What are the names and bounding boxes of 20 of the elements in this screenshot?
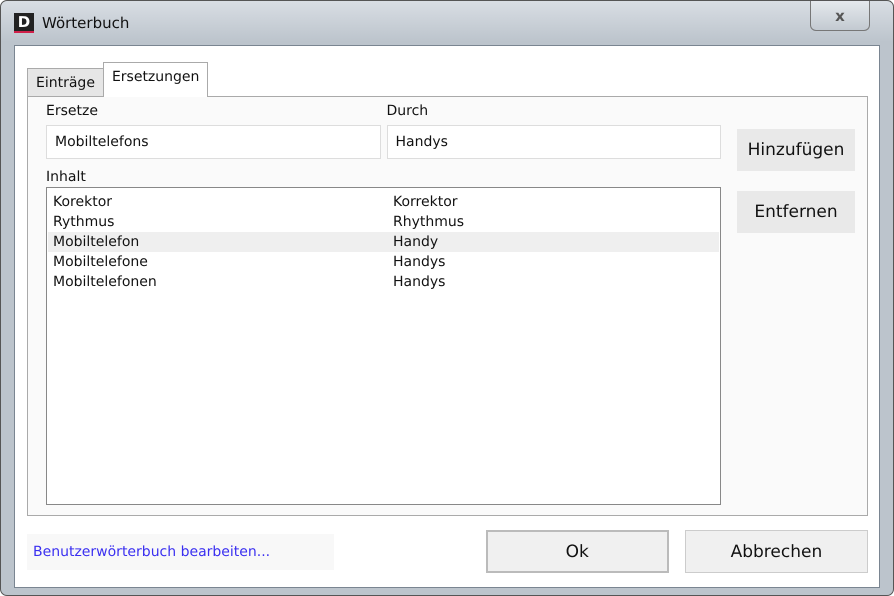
input-field[interactable]: Handys	[386, 125, 721, 159]
window-title: Wörterbuch	[42, 14, 130, 32]
field-label: Ersetze	[46, 103, 99, 119]
ok-button[interactable]: Ok	[486, 530, 669, 573]
app-logo-icon: D	[14, 13, 34, 33]
tab[interactable]: Einträge	[27, 68, 104, 96]
tab[interactable]: Ersetzungen	[102, 62, 208, 97]
input-field[interactable]: Mobiltelefons	[46, 125, 380, 159]
close-button[interactable]: x	[810, 1, 870, 31]
list-row[interactable]: Mobiltelefonen Handys	[48, 272, 719, 292]
cancel-button[interactable]: Abbrechen	[684, 530, 868, 573]
edit-dictionary-link[interactable]: Benutzerwörterbuch bearbeiten...	[27, 534, 334, 570]
list-row[interactable]: Mobiltelefon Handy	[48, 232, 719, 252]
list-row[interactable]: Mobiltelefone Handys	[48, 252, 719, 272]
field-label: Durch	[386, 103, 430, 119]
list-label: Inhalt	[46, 169, 87, 185]
list-row[interactable]: Rythmus Rhythmus	[48, 212, 719, 232]
list-row[interactable]: Korektor Korrektor	[48, 192, 719, 212]
remove-button[interactable]: Entfernen	[737, 191, 855, 233]
add-button[interactable]: Hinzufügen	[737, 129, 855, 171]
